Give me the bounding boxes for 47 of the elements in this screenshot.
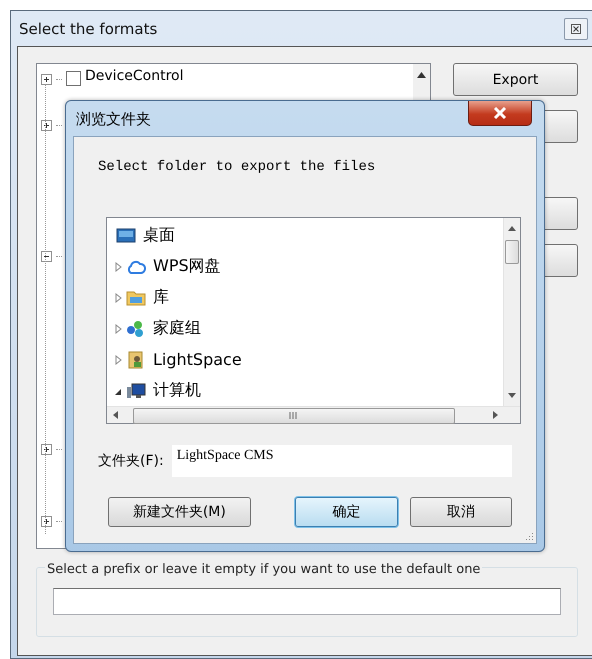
scroll-up-icon[interactable] (417, 72, 426, 78)
folder-item[interactable]: 桌面 (143, 225, 175, 246)
folder-label: 文件夹(F): (98, 452, 164, 470)
scroll-thumb[interactable] (133, 408, 455, 424)
folder-item[interactable]: 家庭组 (153, 318, 201, 339)
ok-button[interactable]: 确定 (294, 497, 398, 527)
prefix-field[interactable] (53, 588, 561, 615)
window-title: Select the formats (19, 20, 158, 38)
folder-item[interactable]: LightSpace (153, 350, 242, 369)
scroll-down-icon[interactable] (508, 393, 516, 398)
new-folder-button[interactable]: 新建文件夹(M) (108, 497, 251, 527)
collapsed-arrow-icon[interactable] (113, 262, 123, 272)
expand-icon[interactable] (41, 74, 52, 85)
horizontal-scrollbar[interactable] (107, 406, 520, 423)
network-icon (126, 320, 146, 338)
monitor-icon (116, 226, 136, 244)
folder-item[interactable]: 计算机 (153, 380, 201, 401)
tree-item[interactable]: DeviceControl (85, 68, 184, 84)
scroll-right-icon[interactable] (493, 411, 498, 419)
close-icon (571, 24, 581, 34)
cancel-button[interactable]: 取消 (410, 497, 512, 527)
collapsed-arrow-icon[interactable] (113, 354, 123, 364)
scroll-left-icon[interactable] (113, 411, 118, 419)
collapsed-arrow-icon[interactable] (113, 292, 123, 302)
close-button[interactable] (564, 18, 588, 40)
folder-icon (126, 288, 146, 306)
scroll-thumb[interactable] (505, 240, 519, 264)
scroll-up-icon[interactable] (508, 226, 516, 231)
export-button[interactable]: Export (453, 63, 578, 96)
grip-icon (289, 412, 297, 419)
vertical-scrollbar[interactable] (503, 218, 520, 406)
resize-grip-icon[interactable] (524, 531, 534, 541)
expand-icon[interactable] (41, 120, 52, 131)
expand-icon[interactable] (41, 444, 52, 456)
prefix-label: Select a prefix or leave it empty if you want to use the default one (45, 562, 482, 577)
prompt-text: Select folder to export the files (98, 159, 376, 175)
folder-item[interactable]: 库 (153, 287, 169, 308)
expand-icon[interactable] (41, 516, 52, 527)
close-button[interactable] (468, 101, 532, 126)
folder-field[interactable]: LightSpace CMS (172, 445, 512, 477)
collapsed-arrow-icon[interactable] (113, 324, 123, 334)
dialog-title: 浏览文件夹 (76, 110, 151, 129)
computer-icon (126, 382, 146, 400)
close-icon (493, 107, 507, 119)
collapse-icon[interactable] (41, 250, 52, 262)
folder-item[interactable]: WPS网盘 (153, 256, 221, 277)
checkbox[interactable] (66, 71, 81, 86)
